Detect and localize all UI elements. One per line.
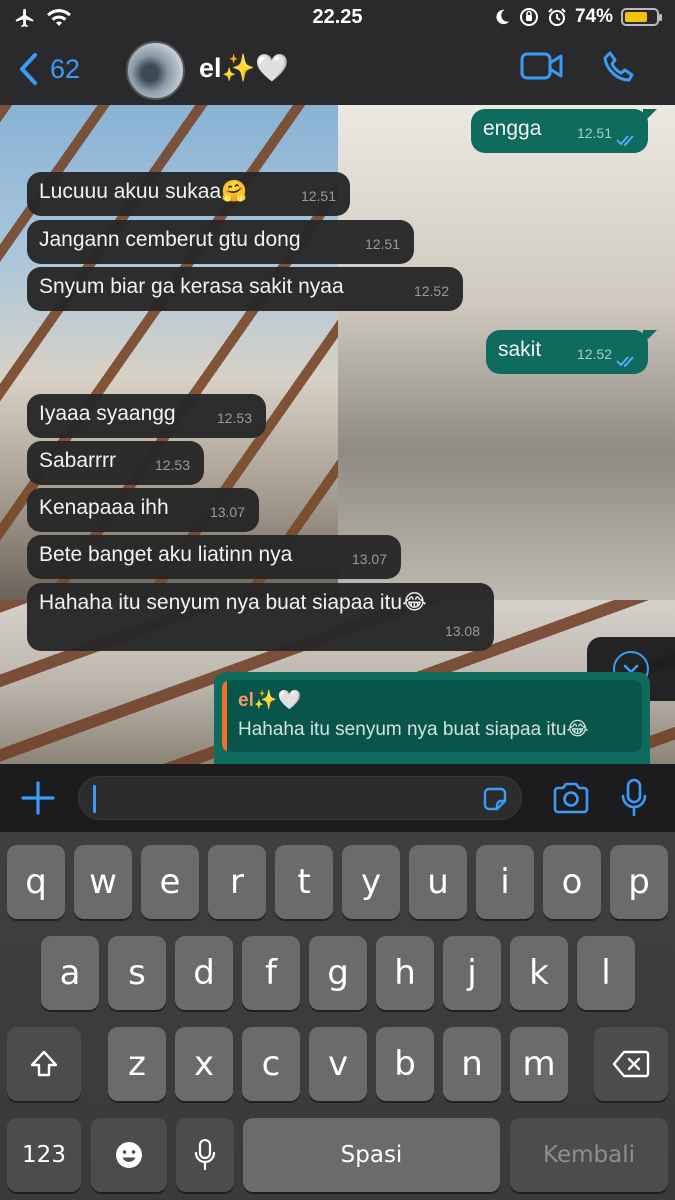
key-q[interactable]: q [7,845,65,919]
text-caret [93,785,96,813]
message-bubble-outgoing[interactable]: engga 12.51 [471,109,657,153]
chat-header: 62 el✨🤍 [0,38,675,105]
key-v[interactable]: v [309,1027,367,1101]
camera-icon[interactable] [552,782,590,814]
key-g[interactable]: g [309,936,367,1010]
microphone-icon[interactable] [620,778,648,818]
key-r[interactable]: r [208,845,266,919]
battery-percent: 74% [574,6,613,27]
moon-icon [496,9,510,25]
message-bubble-outgoing[interactable]: sakit 12.52 [486,330,657,374]
key-f[interactable]: f [242,936,300,1010]
message-text: Kenapaaa ihh [39,496,169,519]
message-bubble-incoming[interactable]: Sabarrrr 12.53 [27,441,204,485]
message-time: 13.07 [209,504,245,520]
message-bubble-incoming[interactable]: Bete banget aku liatinn nya 13.07 [27,535,401,579]
message-bubble-incoming[interactable]: Lucuuu akuu sukaa🤗 12.51 [27,172,350,216]
plus-icon[interactable] [20,780,56,816]
message-text: engga [483,117,542,140]
key-u[interactable]: u [409,845,467,919]
message-text: Sabarrrr [39,449,117,472]
message-text: Jangann cemberut gtu dong [39,228,301,251]
key-t[interactable]: t [275,845,333,919]
message-bubble-incoming[interactable]: Jangann cemberut gtu dong 12.51 [27,220,414,264]
chat-area[interactable]: engga 12.51 Lucuuu akuu sukaa🤗 12.51 Jan… [0,105,675,764]
key-w[interactable]: w [74,845,132,919]
message-time: 12.51 [364,236,400,252]
message-time: 12.52 [576,346,612,362]
chevron-left-icon [20,53,37,85]
key-x[interactable]: x [175,1027,233,1101]
key-m[interactable]: m [510,1027,568,1101]
key-l[interactable]: l [577,936,635,1010]
emoji-key[interactable] [91,1118,167,1192]
message-input[interactable] [78,776,522,820]
key-a[interactable]: a [41,936,99,1010]
message-bubble-incoming[interactable]: Iyaaa syaangg 12.53 [27,394,266,438]
delete-key[interactable] [594,1027,668,1101]
shift-key[interactable] [7,1027,81,1101]
message-bubble-incoming[interactable]: Kenapaaa ihh 13.07 [27,488,259,532]
alarm-icon [548,8,566,26]
video-call-icon[interactable] [520,50,564,82]
key-i[interactable]: i [476,845,534,919]
message-text: Iyaaa syaangg [39,402,176,425]
key-n[interactable]: n [443,1027,501,1101]
message-time: 12.52 [413,283,449,299]
message-text: Bete banget aku liatinn nya [39,543,293,566]
message-bubble-incoming[interactable]: Hahaha itu senyum nya buat siapaa itu😂 1… [27,583,494,651]
emoji-icon [116,1142,142,1168]
return-key[interactable]: Kembali [510,1118,668,1192]
message-time: 12.51 [300,188,336,204]
avatar[interactable] [126,41,185,100]
key-h[interactable]: h [376,936,434,1010]
orientation-lock-icon [519,8,538,26]
key-p[interactable]: p [610,845,668,919]
message-composer [0,764,675,832]
backspace-icon [612,1050,650,1078]
key-j[interactable]: j [443,936,501,1010]
message-time: 12.53 [154,457,190,473]
message-text: Lucuuu akuu sukaa🤗 [39,180,248,203]
shift-icon [30,1050,58,1077]
key-e[interactable]: e [141,845,199,919]
reply-preview[interactable]: el✨🤍 Hahaha itu senyum nya buat siapaa i… [214,672,650,764]
microphone-icon [194,1139,216,1171]
message-time: 12.53 [216,410,252,426]
key-y[interactable]: y [342,845,400,919]
keyboard: q w e r t y u i o p a s d f g h j k l z … [0,832,675,1200]
read-receipt-icon [616,135,634,146]
message-time: 13.08 [444,623,480,639]
message-text: sakit [498,338,542,361]
phone-call-icon[interactable] [602,50,636,84]
dictation-key[interactable] [176,1118,234,1192]
contact-name[interactable]: el✨🤍 [199,52,289,84]
space-key[interactable]: Spasi [243,1118,500,1192]
sticker-icon[interactable] [481,785,509,813]
key-s[interactable]: s [108,936,166,1010]
reply-accent-bar [222,680,227,752]
status-bar: 22.25 74% [0,0,675,38]
key-z[interactable]: z [108,1027,166,1101]
reply-author: el✨🤍 [238,690,302,711]
battery-icon [621,8,662,26]
numbers-key[interactable]: 123 [7,1118,81,1192]
unread-count: 62 [50,53,81,84]
message-time: 13.07 [351,551,387,567]
message-text: Hahaha itu senyum nya buat siapaa itu😂 [39,591,427,614]
back-button[interactable]: 62 [18,52,80,86]
reply-quoted-text: Hahaha itu senyum nya buat siapaa itu😂 [238,719,589,740]
message-time: 12.51 [576,125,612,141]
read-receipt-icon [616,356,634,367]
message-bubble-incoming[interactable]: Snyum biar ga kerasa sakit nyaa 12.52 [27,267,463,311]
key-d[interactable]: d [175,936,233,1010]
key-c[interactable]: c [242,1027,300,1101]
key-b[interactable]: b [376,1027,434,1101]
message-text: Snyum biar ga kerasa sakit nyaa [39,275,344,298]
key-k[interactable]: k [510,936,568,1010]
key-o[interactable]: o [543,845,601,919]
